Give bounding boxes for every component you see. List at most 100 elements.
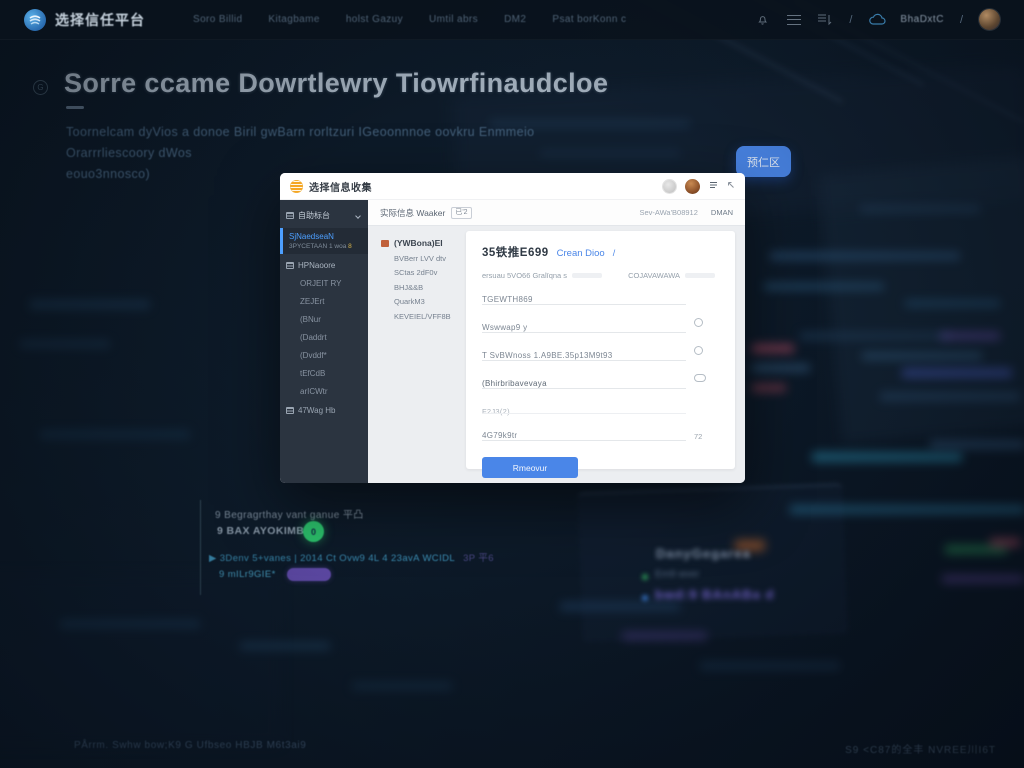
sidebar-item-4[interactable]: (Daddrt: [280, 328, 368, 346]
modal-header: 选择信息收集: [280, 173, 745, 200]
field-1-underline: [482, 304, 686, 305]
nav-item-5[interactable]: DM2: [504, 14, 526, 25]
green-dot-icon: [642, 574, 648, 580]
page: 选择信任平台 Soro Billid Kitagbame holst Gazuy…: [0, 0, 1024, 768]
footer-right-text: S9 <C87的全丰 NVREE川I6T: [845, 741, 996, 756]
card-title-row: 35铁推E699 Crean Dioo /: [482, 244, 719, 260]
nav-right-cluster: / BhaDxtC /: [755, 9, 1000, 30]
card-meta-row: ersuau 5VO66 Gralīqna s COJAVAWAWA: [482, 271, 719, 280]
sidebar-item-6[interactable]: tEfCdB: [280, 364, 368, 382]
bg-blob: [770, 252, 960, 260]
bg-blob: [30, 300, 150, 309]
bg-blob: [860, 205, 980, 213]
sidebar-item-3[interactable]: (BNur: [280, 310, 368, 328]
platform-logo[interactable]: 选择信任平台: [24, 9, 145, 31]
modal-avatar-secondary[interactable]: [663, 180, 676, 193]
sidebar-item-1[interactable]: ORJEIT RY: [280, 274, 368, 292]
nav-item-6[interactable]: Psat borKonn c: [552, 14, 626, 25]
field-3-underline: [482, 360, 686, 361]
nav-item-1[interactable]: Soro Billid: [193, 14, 242, 25]
field-2-value: Wswwap9 y: [482, 323, 527, 332]
bg-blob: [240, 642, 330, 650]
status-badge: 0: [303, 521, 324, 542]
sidebar-active-badge: 8: [348, 243, 352, 250]
form-field-6[interactable]: 4G79k9tr 72: [482, 425, 719, 444]
submenu-item-2[interactable]: SCtas 2dF0v: [381, 263, 464, 278]
field-2-radio[interactable]: [694, 318, 703, 327]
nav-menu: Soro Billid Kitagbame holst Gazuy Umtil …: [193, 14, 626, 25]
sidebar-group-header[interactable]: HPNaoore: [280, 254, 368, 274]
bg-blob: [764, 283, 884, 290]
form-field-4[interactable]: (Bhirbribavevaya: [482, 373, 719, 392]
folder-icon: [286, 262, 294, 269]
field-6-counter: 72: [694, 426, 702, 444]
submenu-item-5[interactable]: KEVEIEL/VFF8B: [381, 306, 464, 321]
meta-placeholder-bar: [685, 273, 715, 278]
form-field-1[interactable]: TGEWTH869: [482, 289, 719, 308]
user-avatar[interactable]: [979, 9, 1000, 30]
grid-icon: [286, 212, 294, 219]
breadcrumb-action[interactable]: DMAN: [711, 208, 733, 217]
modal-body: 自助标台 SjNaedseaN 3PYCETAAN 1 woa 8 HPNaoo…: [280, 200, 745, 483]
form-field-3[interactable]: T SvBWnoss 1.A9BE.35p13M9t93: [482, 345, 719, 364]
sidebar-item-7[interactable]: arICWtr: [280, 382, 368, 400]
background-panel-line-2: bwd:9 BAnABa d: [655, 587, 774, 602]
card-title-slash[interactable]: /: [613, 248, 616, 258]
sidebar-item-5[interactable]: (Dvddf*: [280, 346, 368, 364]
separator: /: [849, 14, 852, 26]
meta-placeholder-bar: [572, 273, 602, 278]
cloud-icon[interactable]: [868, 13, 884, 27]
sidebar-item-active[interactable]: SjNaedseaN 3PYCETAAN 1 woa 8: [280, 228, 368, 254]
background-panel-title: DanyGegarea: [656, 546, 751, 561]
bg-blob: [800, 332, 950, 340]
sidebar-active-subtext: 3PYCETAAN 1 woa: [289, 243, 346, 250]
hero-cta-button[interactable]: 预仁区: [736, 146, 791, 177]
sidebar-footer-label: 47Wag Hb: [298, 406, 336, 415]
list-settings-icon[interactable]: [817, 13, 833, 27]
modal-sidebar: 自助标台 SjNaedseaN 3PYCETAAN 1 woa 8 HPNaoo…: [280, 200, 368, 483]
terminal-line-4: 9 mILr9GIE*: [219, 569, 276, 580]
menu-icon[interactable]: [787, 15, 801, 25]
submenu-item-1[interactable]: BVBerr LVV dtv: [381, 248, 464, 263]
field-3-radio[interactable]: [694, 346, 703, 355]
submenu-item-4[interactable]: QuarkM3: [381, 292, 464, 307]
bg-blob: [862, 352, 982, 360]
breadcrumb-right: Sev-AWa'B08912 DMAN: [639, 208, 733, 217]
modal-cursor-icon[interactable]: [727, 181, 735, 191]
meta-label-1: ersuau 5VO66 Gralīqna s: [482, 271, 567, 280]
breadcrumb: 实际信息 Waaker 已'2 Sev-AWa'B08912 DMAN: [368, 200, 745, 226]
nav-item-2[interactable]: Kitagbame: [268, 14, 319, 25]
form-field-5[interactable]: F2J3(2): [482, 401, 719, 416]
submenu-header[interactable]: (YWBona)EI: [381, 238, 464, 248]
field-5-underline: [482, 413, 686, 414]
meta-label-2: COJAVAWAWA: [628, 271, 680, 280]
sidebar-header[interactable]: 自助标台: [280, 205, 368, 226]
submit-button[interactable]: Rmeovur: [482, 457, 578, 478]
breadcrumb-tag: 已'2: [451, 207, 471, 219]
blue-dot-icon: [642, 595, 648, 601]
account-label[interactable]: BhaDxtC: [900, 14, 944, 25]
nav-item-4[interactable]: Umtil abrs: [429, 14, 478, 25]
card-title-link[interactable]: Crean Dioo: [557, 248, 605, 259]
sidebar-item-2[interactable]: ZEJErt: [280, 292, 368, 310]
field-4-toggle[interactable]: [694, 374, 706, 382]
modal-menu-icon[interactable]: [709, 181, 718, 191]
terminal-line-3-text: ▶ 3Denv 5+vanes | 2014 Ct Ovw9 4L 4 23av…: [209, 553, 455, 564]
field-5-value: F2J3(2): [482, 407, 510, 416]
modal-logo-icon: [290, 180, 303, 193]
bg-blob: [880, 392, 1020, 401]
sidebar-footer-item[interactable]: 47Wag Hb: [280, 400, 368, 421]
settings-icon: [286, 407, 294, 414]
modal-avatar-primary[interactable]: [685, 179, 700, 194]
field-2-underline: [482, 332, 686, 333]
bg-blob: [930, 440, 1024, 449]
bg-blob: [352, 682, 452, 690]
bg-blob: [752, 344, 794, 353]
nav-item-3[interactable]: holst Gazuy: [346, 14, 403, 25]
bg-blob: [902, 368, 1012, 378]
submenu-item-3[interactable]: BHJ&&B: [381, 277, 464, 292]
bg-blob: [790, 505, 1024, 514]
form-field-2[interactable]: Wswwap9 y: [482, 317, 719, 336]
form-card: 35铁推E699 Crean Dioo / ersuau 5VO66 Gralī…: [466, 231, 735, 469]
notification-bell-icon[interactable]: [755, 13, 771, 27]
